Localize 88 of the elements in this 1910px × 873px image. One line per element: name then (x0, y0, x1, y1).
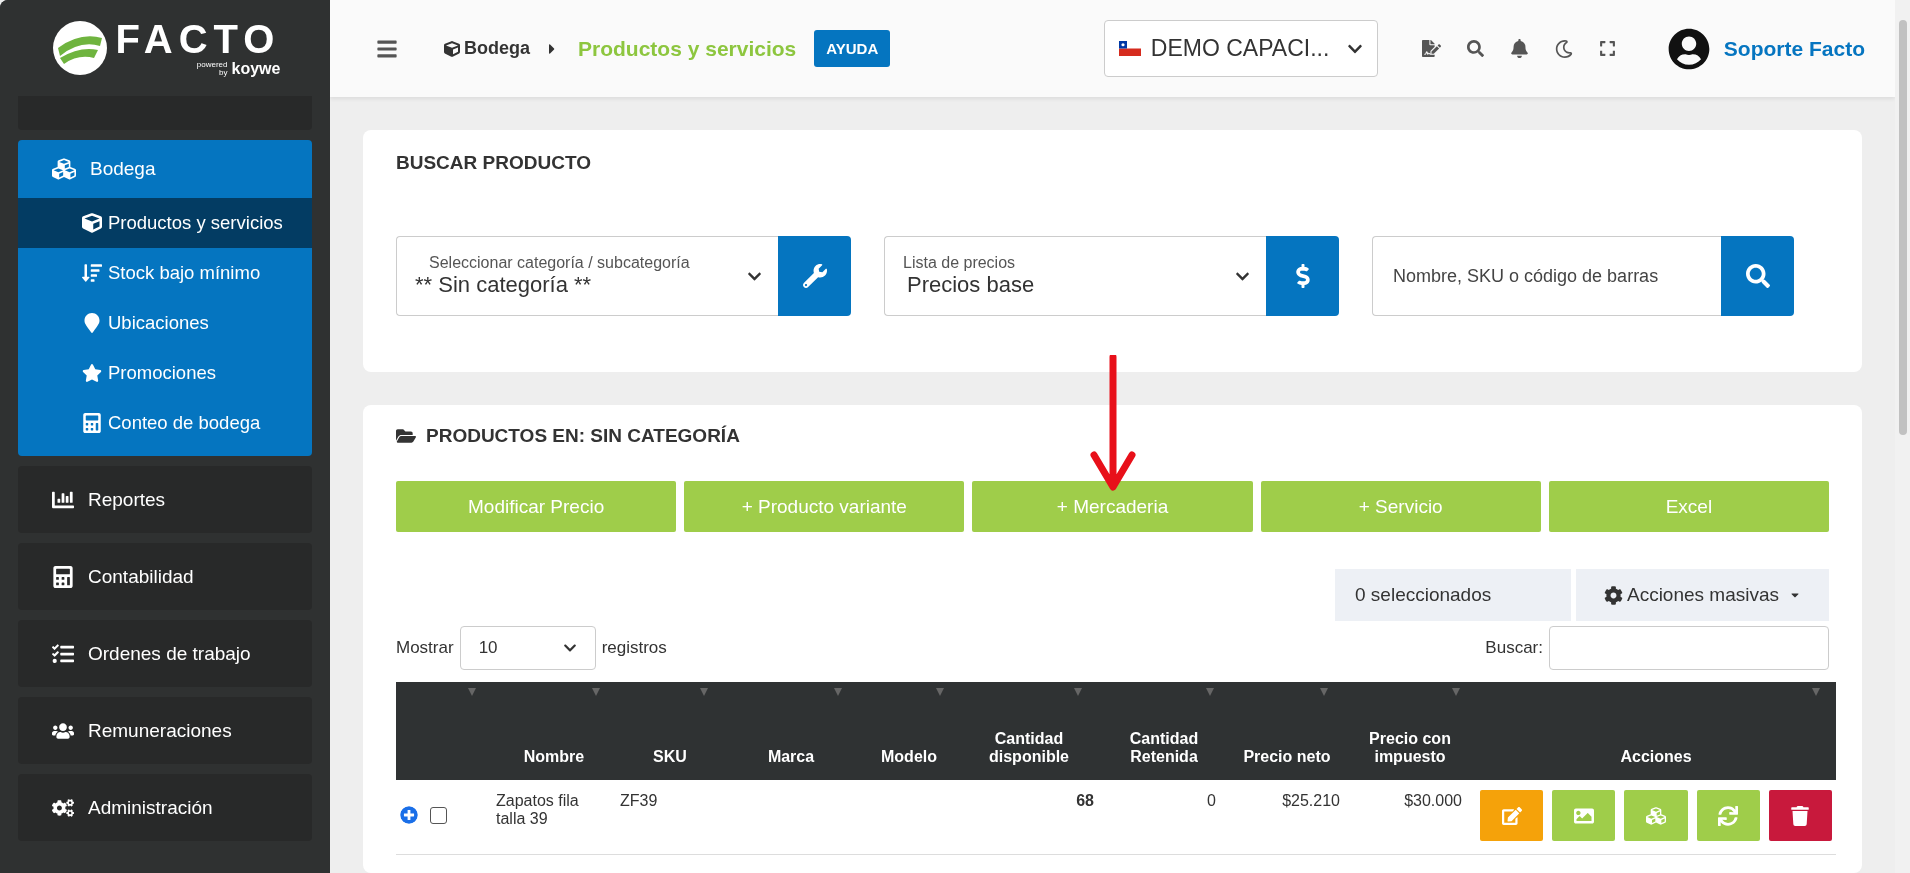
column-header[interactable]: Modelo (858, 682, 960, 780)
sidebar-subitem[interactable]: Productos y servicios (18, 198, 312, 248)
sort-icon[interactable] (834, 688, 842, 696)
cube-icon (82, 213, 102, 233)
product-search-field[interactable]: Nombre, SKU o código de barras (1372, 236, 1721, 316)
breadcrumb-current: Productos y servicios (578, 36, 797, 61)
folder-icon (396, 426, 416, 446)
sidebar-subitem[interactable]: Conteo de bodega (18, 398, 312, 448)
column-header[interactable]: Precio neto (1230, 682, 1344, 780)
sort-icon[interactable] (700, 688, 708, 696)
sidebar-item[interactable]: Bodega (18, 140, 312, 198)
trash-icon (1790, 805, 1811, 826)
user-name[interactable]: Soporte Facto (1723, 36, 1865, 61)
calculator-icon (82, 413, 102, 433)
column-header[interactable]: Cantidad Retenida (1098, 682, 1230, 780)
table-cell: 0 (1098, 780, 1230, 854)
sort-icon[interactable] (592, 688, 600, 696)
sort-icon[interactable] (936, 688, 944, 696)
flag-icon (1118, 41, 1141, 56)
sidebar-subitem[interactable]: Stock bajo mínimo (18, 248, 312, 298)
search-icon (1745, 264, 1770, 288)
sort-icon[interactable] (1812, 688, 1820, 696)
document-icon[interactable] (1421, 39, 1441, 58)
company-select[interactable]: DEMO CAPACI... (1103, 20, 1378, 77)
sidebar-subitem[interactable]: Ubicaciones (18, 298, 312, 348)
cube-icon (444, 40, 460, 57)
map-pin-icon (82, 313, 102, 333)
column-header[interactable]: Acciones (1476, 682, 1836, 780)
sort-icon[interactable] (468, 688, 476, 696)
show-label: Mostrar (396, 638, 454, 658)
expand-icon[interactable] (400, 806, 418, 824)
table-cell: $25.210 (1230, 780, 1344, 854)
wrench-icon (802, 264, 827, 288)
card-title: PRODUCTOS EN: SIN CATEGORÍA (426, 425, 740, 447)
table-cell: 68 (960, 780, 1098, 854)
checklist-icon (52, 642, 74, 665)
help-button[interactable]: AYUDA (814, 30, 891, 67)
table-cell: Zapatos fila talla 39 (492, 780, 616, 854)
selected-count: 0 seleccionados (1335, 569, 1571, 621)
sort-icon[interactable] (1452, 688, 1460, 696)
sidebar-item[interactable]: Administración (18, 774, 312, 841)
column-header[interactable]: Nombre (492, 682, 616, 780)
records-label: registros (601, 638, 667, 658)
moon-icon[interactable] (1554, 39, 1573, 58)
gears-icon (52, 796, 74, 819)
search-label: Buscar: (1485, 638, 1543, 658)
edit-icon (1501, 805, 1522, 826)
logo-tagline: by (219, 69, 228, 77)
boxes-icon (1646, 805, 1666, 826)
brand-text: koywe (231, 61, 281, 77)
page-size-select[interactable]: 10 (459, 626, 596, 670)
sort-icon[interactable] (1074, 688, 1082, 696)
refresh-icon (1718, 805, 1739, 826)
column-header[interactable]: SKU (616, 682, 724, 780)
table-cell: ZF39 (616, 780, 724, 854)
search-button[interactable] (1721, 236, 1794, 316)
fullscreen-icon[interactable] (1598, 40, 1616, 57)
table-search-field[interactable] (1549, 626, 1829, 670)
table-cell: $30.000 (1344, 780, 1476, 854)
logo-tagline: powered (196, 61, 228, 69)
breadcrumb-link[interactable]: Bodega (464, 38, 530, 59)
sidebar-item[interactable]: Remuneraciones (18, 697, 312, 764)
sort-icon[interactable] (1320, 688, 1328, 696)
category-select[interactable]: Seleccionar categoría / subcategoría ** Sin categoría ** (396, 236, 778, 316)
price-list-select[interactable]: Lista de precios Precios base (884, 236, 1266, 316)
search-icon[interactable] (1466, 40, 1484, 57)
row-checkbox[interactable] (430, 807, 447, 824)
row-action-button[interactable] (1768, 790, 1832, 841)
gear-icon (1603, 585, 1623, 605)
star-icon (82, 363, 102, 383)
sidebar-item[interactable]: Contabilidad (18, 543, 312, 610)
wrench-button[interactable] (778, 236, 851, 316)
boxes-icon (52, 157, 76, 181)
avatar-icon[interactable] (1667, 27, 1710, 70)
column-header[interactable]: Marca (724, 682, 858, 780)
sidebar-item[interactable]: Reportes (18, 466, 312, 533)
column-header[interactable]: Cantidad disponible (960, 682, 1098, 780)
sidebar-subitem[interactable]: Promociones (18, 348, 312, 398)
price-button[interactable] (1266, 236, 1339, 316)
card-title: BUSCAR PRODUCTO (396, 152, 592, 174)
logo-text: FACTO (115, 19, 281, 59)
calculator-icon (52, 565, 74, 588)
sort-icon (82, 263, 102, 283)
sort-icon[interactable] (1206, 688, 1214, 696)
bell-icon[interactable] (1509, 39, 1529, 58)
sidebar-item[interactable]: Ordenes de trabajo (18, 620, 312, 687)
column-header[interactable]: Precio con impuesto (1344, 682, 1476, 780)
bulk-actions-button[interactable]: Acciones masivas (1576, 569, 1829, 621)
